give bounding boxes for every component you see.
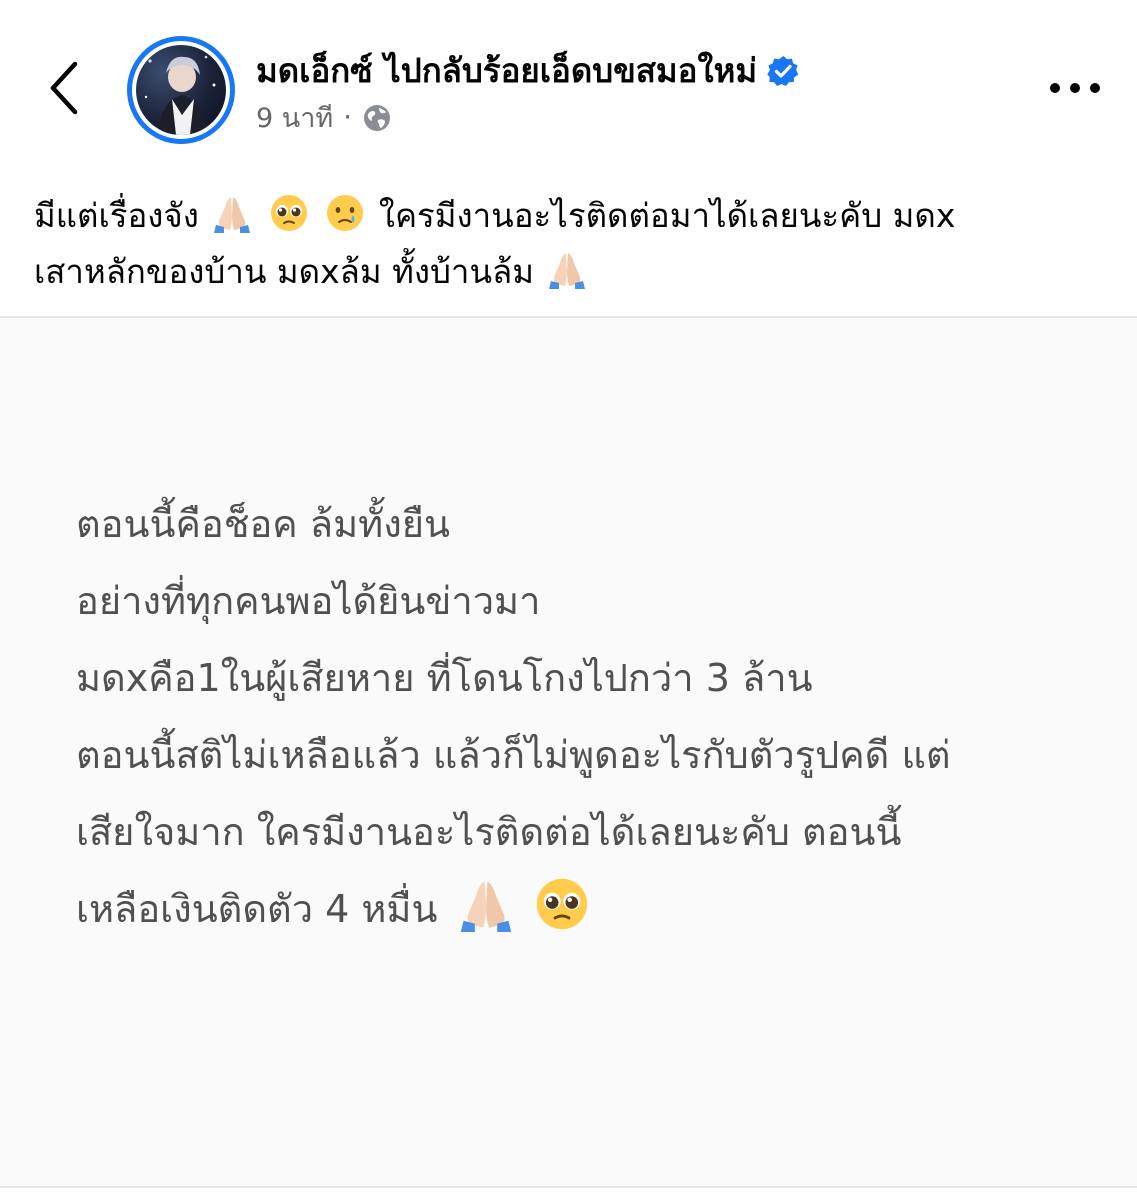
image-text-line: ตอนนี้สติไม่เหลือแล้ว แล้วก็ไม่พูดอะไรกั… <box>76 733 951 777</box>
author-name[interactable]: มดเอ็กซ์ ไปกลับร้อยเอ็ดบขสมอใหม่ <box>256 44 757 97</box>
post-timestamp[interactable]: 9 นาที <box>256 96 333 139</box>
author-row: มดเอ็กซ์ ไปกลับร้อยเอ็ดบขสมอใหม่ <box>256 44 799 97</box>
caption-text: มีแต่เรื่องจัง <box>34 196 199 235</box>
caption-line: มีแต่เรื่องจัง ใครมีงานอะไรติดต่อมาได้เล… <box>34 188 1114 244</box>
praying-hands-emoji-icon <box>547 249 587 289</box>
caption-text-continued: ใครมีงานอะไรติดต่อมาได้เลยนะคับ มดx <box>378 196 956 235</box>
crying-face-emoji-icon <box>325 193 365 233</box>
pleading-face-emoji-icon <box>269 193 309 233</box>
post-meta: 9 นาที · <box>256 96 392 139</box>
divider <box>0 1186 1137 1188</box>
caption-line: เสาหลักของบ้าน มดxล้ม ทั้งบ้านล้ม <box>34 244 1114 300</box>
image-text-line: ตอนนี้คือช็อค ล้มทั้งยืน <box>76 502 450 546</box>
post-caption: มีแต่เรื่องจัง ใครมีงานอะไรติดต่อมาได้เล… <box>34 188 1114 300</box>
globe-icon[interactable] <box>362 103 392 133</box>
image-text-block: ตอนนี้คือช็อค ล้มทั้งยืน อย่างที่ทุกคนพอ… <box>76 486 1096 948</box>
more-dots-icon <box>1050 83 1100 93</box>
image-text-line: อย่างที่ทุกคนพอได้ยินข่าวมา <box>76 579 541 623</box>
pleading-face-emoji-icon <box>534 876 590 932</box>
image-text-last-line: เหลือเงินติดตัว 4 หมื่น <box>76 871 1096 948</box>
avatar-image <box>136 45 226 135</box>
caption-text: เสาหลักของบ้าน มดxล้ม ทั้งบ้านล้ม <box>34 252 534 291</box>
post-view: มดเอ็กซ์ ไปกลับร้อยเอ็ดบขสมอใหม่ 9 นาที … <box>0 0 1137 1200</box>
praying-hands-emoji-icon <box>458 876 514 932</box>
image-text-line: เหลือเงินติดตัว 4 หมื่น <box>76 887 438 931</box>
image-text-line: มดxคือ1ในผู้เสียหาย ที่โดนโกงไปกว่า 3 ล้… <box>76 656 813 700</box>
post-header: มดเอ็กซ์ ไปกลับร้อยเอ็ดบขสมอใหม่ 9 นาที … <box>0 0 1137 160</box>
praying-hands-emoji-icon <box>212 193 252 233</box>
meta-separator: · <box>343 102 352 133</box>
image-text-line: เสียใจมาก ใครมีงานอะไรติดต่อได้เลยนะคับ … <box>76 810 902 854</box>
verified-badge-icon <box>767 55 799 87</box>
post-image[interactable]: ตอนนี้คือช็อค ล้มทั้งยืน อย่างที่ทุกคนพอ… <box>0 318 1137 1186</box>
author-avatar[interactable] <box>127 36 235 144</box>
back-button[interactable] <box>36 52 92 124</box>
chevron-left-icon <box>50 61 78 115</box>
more-options-button[interactable] <box>1040 66 1110 110</box>
